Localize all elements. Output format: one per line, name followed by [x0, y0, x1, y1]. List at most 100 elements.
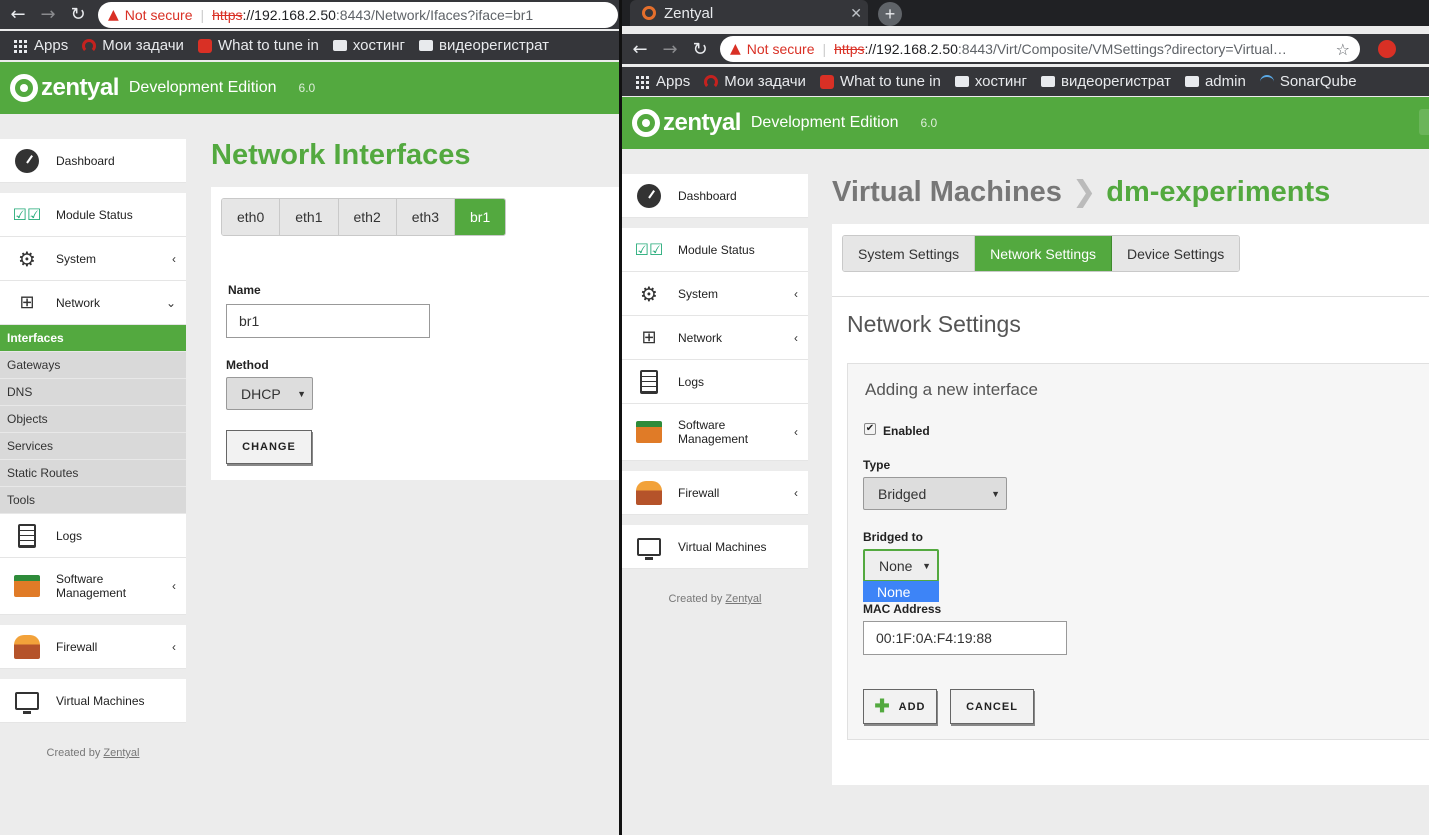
extension-icon[interactable]: [1378, 40, 1396, 58]
sidebar-sub-interfaces[interactable]: Interfaces: [0, 325, 186, 352]
section-title: Network Settings: [847, 311, 1021, 337]
sidebar-sub-dns[interactable]: DNS: [0, 379, 186, 406]
dropdown-arrow-icon: ▼: [297, 388, 306, 399]
url-field[interactable]: ▲ Not secure | https://192.168.2.50:8443…: [720, 36, 1360, 62]
forward-icon[interactable]: →: [36, 3, 60, 27]
bookmark-admin[interactable]: admin: [1184, 73, 1246, 90]
enabled-checkbox[interactable]: ✔: [864, 423, 876, 435]
sidebar-item-software[interactable]: Software Management ‹: [622, 404, 808, 461]
zentyal-logo[interactable]: zentyal: [10, 74, 119, 102]
sidebar-item-logs[interactable]: Logs: [0, 514, 186, 558]
sidebar-item-system[interactable]: ⚙ System ‹: [0, 237, 186, 281]
bookmark-hosting[interactable]: хостинг: [332, 37, 405, 54]
bookmark-hosting[interactable]: хостинг: [954, 73, 1027, 90]
type-label: Type: [863, 458, 891, 472]
network-icon: ⊞: [641, 327, 657, 348]
sidebar-item-network[interactable]: ⊞ Network ‹: [622, 316, 808, 360]
star-icon[interactable]: ☆: [1336, 40, 1350, 59]
reload-icon[interactable]: ↻: [66, 3, 90, 27]
sidebar-item-dashboard[interactable]: Dashboard: [622, 174, 808, 218]
bookmark-tasks[interactable]: Мои задачи: [704, 73, 806, 90]
sidebar-item-virtual-machines[interactable]: Virtual Machines: [0, 679, 186, 723]
tab-device-settings[interactable]: Device Settings: [1111, 236, 1240, 271]
bridged-select[interactable]: None ▼: [863, 549, 939, 582]
breadcrumb-parent[interactable]: Virtual Machines: [832, 176, 1062, 208]
bookmark-dvr[interactable]: видеорегистрат: [419, 37, 549, 54]
bookmark-tasks[interactable]: Мои задачи: [82, 37, 184, 54]
browser-tab[interactable]: Zentyal ✕: [630, 0, 868, 26]
settings-tabs: System Settings Network Settings Device …: [842, 235, 1241, 272]
change-button[interactable]: CHANGE: [226, 430, 312, 464]
name-label: Name: [228, 283, 261, 297]
forward-icon[interactable]: →: [658, 37, 682, 61]
folder-icon: [954, 76, 969, 87]
tab-strip: Zentyal ✕ +: [622, 0, 1429, 26]
sidebar-item-module-status[interactable]: ☑☑ Module Status: [0, 193, 186, 237]
mac-field[interactable]: 00:1F:0A:F4:19:88: [863, 621, 1067, 655]
plus-icon: ✚: [874, 696, 891, 716]
gear-icon: ⚙: [18, 246, 36, 271]
firewall-icon: [14, 634, 40, 660]
bookmark-tune[interactable]: What to tune in: [819, 73, 941, 90]
sidebar-item-network[interactable]: ⊞ Network ⌄: [0, 281, 186, 325]
sidebar-item-logs[interactable]: Logs: [622, 360, 808, 404]
monitor-icon: [636, 534, 662, 560]
chevron-left-icon: ‹: [794, 425, 798, 439]
tab-eth2[interactable]: eth2: [338, 199, 397, 235]
footer-credit: Created by Zentyal: [46, 747, 140, 759]
add-button[interactable]: ✚ ADD: [863, 689, 937, 724]
zentyal-link[interactable]: Zentyal: [103, 747, 139, 759]
dropdown-arrow-icon: ▼: [991, 488, 1000, 499]
sidebar-sub-objects[interactable]: Objects: [0, 406, 186, 433]
bookmark-sonarqube[interactable]: SonarQube: [1259, 73, 1357, 90]
bookmark-apps[interactable]: Apps: [636, 73, 690, 90]
close-tab-icon[interactable]: ✕: [850, 5, 862, 22]
tab-eth1[interactable]: eth1: [280, 199, 339, 235]
sidebar-item-firewall[interactable]: Firewall ‹: [622, 471, 808, 515]
tab-eth0[interactable]: eth0: [222, 199, 281, 235]
zentyal-link[interactable]: Zentyal: [725, 593, 761, 605]
name-field[interactable]: br1: [226, 304, 430, 338]
back-icon[interactable]: ←: [628, 37, 652, 61]
package-icon: [14, 573, 40, 599]
chevron-left-icon: ‹: [794, 485, 798, 500]
sidebar-item-firewall[interactable]: Firewall ‹: [0, 625, 186, 669]
tab-br1[interactable]: br1: [455, 199, 506, 235]
search-input[interactable]: [1419, 109, 1429, 135]
tab-system-settings[interactable]: System Settings: [843, 236, 976, 271]
cancel-button[interactable]: CANCEL: [950, 689, 1034, 724]
sidebar-item-dashboard[interactable]: Dashboard: [0, 139, 186, 183]
sidebar-sub-static-routes[interactable]: Static Routes: [0, 460, 186, 487]
type-select[interactable]: Bridged ▼: [863, 477, 1007, 510]
method-label: Method: [226, 358, 269, 372]
new-tab-icon[interactable]: +: [878, 2, 902, 26]
sidebar-item-module-status[interactable]: ☑☑ Module Status: [622, 228, 808, 272]
dropdown-arrow-icon: ▼: [922, 560, 931, 571]
bookmark-tune[interactable]: What to tune in: [197, 37, 319, 54]
apps-grid-icon: [636, 74, 650, 89]
tab-network-settings[interactable]: Network Settings: [975, 236, 1112, 271]
url-host: ://192.168.2.50: [864, 41, 958, 57]
method-select[interactable]: DHCP ▼: [226, 377, 313, 410]
tab-eth3[interactable]: eth3: [396, 199, 455, 235]
back-icon[interactable]: ←: [6, 3, 30, 27]
bookmark-dvr[interactable]: видеорегистрат: [1041, 73, 1171, 90]
sidebar-sub-services[interactable]: Services: [0, 433, 186, 460]
dashboard-icon: [636, 183, 662, 209]
edition-label: Development Edition: [128, 79, 277, 96]
url-field[interactable]: ▲ Not secure | https://192.168.2.50:8443…: [98, 1, 618, 28]
sidebar-sub-tools[interactable]: Tools: [0, 487, 186, 514]
tasks-icon: [82, 38, 97, 53]
chevron-left-icon: ‹: [794, 286, 798, 301]
bookmark-apps[interactable]: Apps: [14, 37, 68, 54]
reload-icon[interactable]: ↻: [688, 37, 712, 61]
sidebar-item-virtual-machines[interactable]: Virtual Machines: [622, 525, 808, 569]
sidebar: Dashboard ☑☑ Module Status ⚙ System ‹ ⊞ Netw…: [622, 174, 808, 605]
sidebar-item-software[interactable]: Software Management ‹: [0, 558, 186, 615]
network-icon: ⊞: [19, 292, 35, 313]
dropdown-option-none[interactable]: None: [863, 581, 939, 602]
sidebar-sub-gateways[interactable]: Gateways: [0, 352, 186, 379]
form-title: Adding a new interface: [865, 380, 1038, 399]
sidebar-item-system[interactable]: ⚙ System ‹: [622, 272, 808, 316]
zentyal-logo[interactable]: zentyal: [632, 109, 741, 137]
